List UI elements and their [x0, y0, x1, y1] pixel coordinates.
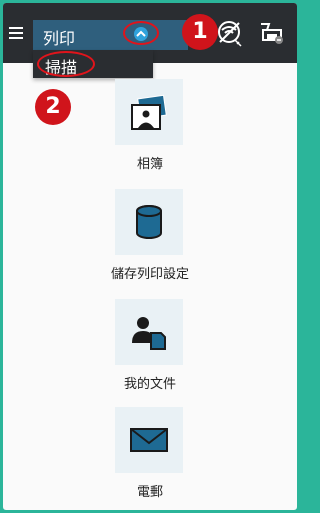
tile-storage-print-settings[interactable] — [115, 189, 183, 255]
annotation-highlight-oval-1 — [123, 21, 159, 45]
tile-label-storage-print-settings: 儲存列印設定 — [110, 267, 189, 282]
tile-photo-album[interactable] — [115, 79, 183, 145]
tile-label-my-documents: 我的文件 — [123, 377, 176, 392]
tile-label-photo-album: 相簿 — [136, 157, 163, 172]
tile-label-email: 電郵 — [136, 485, 163, 500]
mode-select[interactable]: 列印 — [33, 20, 188, 50]
annotation-marker-2: 2 — [35, 89, 71, 125]
annotation-highlight-oval-2 — [37, 51, 95, 77]
photo-album-icon — [131, 94, 167, 130]
app-screen: 列印 1 掃描 2 相簿 儲存列印設定 我的文件 電郵 — [3, 3, 297, 510]
mode-dropdown-menu: 掃描 — [33, 50, 153, 78]
tile-my-documents[interactable] — [115, 299, 183, 365]
my-documents-icon — [132, 317, 166, 350]
wireless-connection-icon[interactable] — [215, 18, 245, 48]
storage-icon — [136, 205, 162, 239]
email-icon — [130, 428, 168, 452]
mode-select-label: 列印 — [43, 29, 76, 48]
hamburger-menu-icon[interactable] — [9, 27, 23, 39]
tile-email[interactable] — [115, 407, 183, 473]
printer-icon[interactable] — [257, 18, 287, 48]
annotation-marker-1: 1 — [182, 14, 218, 50]
